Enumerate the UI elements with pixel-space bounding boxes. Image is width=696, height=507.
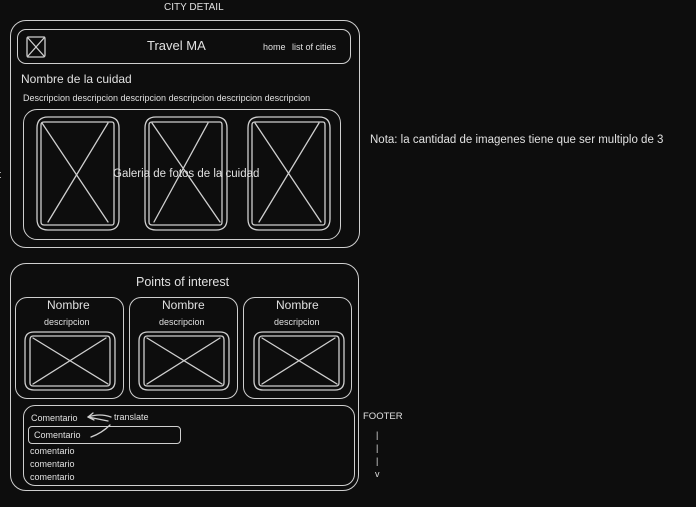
poi-image-placeholder[interactable]	[253, 331, 345, 391]
poi-image-placeholder[interactable]	[24, 331, 116, 391]
poi-name: Nombre	[276, 298, 319, 312]
nav-home-link[interactable]: home	[263, 42, 286, 52]
placeholder-image-icon[interactable]	[25, 35, 47, 59]
poi-description: descripcion	[44, 317, 90, 327]
annotation-note: Nota: la cantidad de imagenes tiene que …	[370, 134, 664, 146]
points-of-interest-title: Points of interest	[136, 275, 230, 289]
side-mark: t	[0, 169, 1, 181]
comment-item: comentario	[30, 459, 75, 469]
city-name: Nombre de la cuidad	[21, 72, 132, 86]
footer-arrow-mark: |	[376, 443, 379, 453]
comment-item: comentario	[30, 446, 75, 456]
footer-arrow-mark: v	[375, 469, 380, 479]
poi-name: Nombre	[47, 298, 90, 312]
gallery-label: Galeria de fotos de la cuidad	[113, 168, 260, 180]
gallery-image-placeholder[interactable]	[247, 116, 331, 231]
page-label: CITY DETAIL	[164, 2, 224, 13]
comment-item: comentario	[30, 472, 75, 482]
comment-original: Comentario	[31, 413, 78, 423]
poi-description: descripcion	[159, 317, 205, 327]
city-description: Descripcion descripcion descripcion desc…	[23, 93, 311, 103]
poi-description: descripcion	[274, 317, 320, 327]
gallery-image-placeholder[interactable]	[36, 116, 120, 231]
footer-arrow-mark: |	[376, 456, 379, 466]
nav-list-of-cities-link[interactable]: list of cities	[292, 42, 336, 52]
comment-translated: Comentario	[34, 430, 81, 440]
poi-name: Nombre	[162, 298, 205, 312]
app-title: Travel MA	[147, 38, 206, 53]
translate-link[interactable]: translate	[114, 412, 149, 422]
footer-arrow-mark: |	[376, 430, 379, 440]
poi-image-placeholder[interactable]	[138, 331, 230, 391]
footer-label: FOOTER	[363, 411, 403, 422]
